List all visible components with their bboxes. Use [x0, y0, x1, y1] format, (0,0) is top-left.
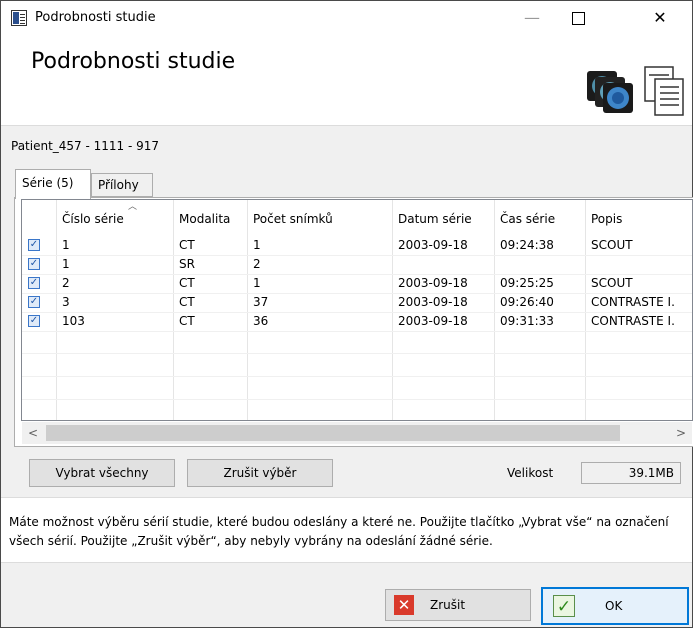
description-cell: SCOUT [591, 276, 633, 290]
row-divider [22, 399, 692, 400]
image-count-cell: 1 [253, 238, 261, 252]
cancel-button-label: Zrušit [430, 598, 466, 612]
row-checkbox[interactable]: ✓ [28, 315, 40, 327]
maximize-icon [571, 12, 585, 25]
deselect-button[interactable]: Zrušit výběr [187, 459, 333, 487]
modality-cell: CT [179, 314, 195, 328]
checkmark-icon: ✓ [553, 595, 575, 617]
row-checkbox[interactable]: ✓ [28, 239, 40, 251]
info-text: Máte možnost výběru sérií studie, které … [9, 515, 669, 548]
tab-attachments[interactable]: Přílohy [91, 173, 153, 197]
series-number-cell: 2 [62, 276, 70, 290]
description-cell: CONTRASTE I. [591, 295, 675, 309]
row-checkbox[interactable]: ✓ [28, 296, 40, 308]
document-icon [644, 66, 684, 116]
row-divider [22, 353, 692, 354]
scan-stack-icon [587, 71, 633, 113]
series-time-cell: 09:24:38 [500, 238, 554, 252]
row-divider [22, 312, 692, 313]
series-number-cell: 103 [62, 314, 85, 328]
page-title: Podrobnosti studie [31, 49, 236, 74]
series-date-cell: 2003-09-18 [398, 314, 468, 328]
column-header-description[interactable]: Popis [585, 200, 692, 236]
column-header-series-time[interactable]: Čas série [494, 200, 585, 236]
size-label: Velikost [507, 466, 554, 480]
row-divider [22, 255, 692, 256]
row-divider [22, 274, 692, 275]
series-number-cell: 1 [62, 238, 70, 252]
series-date-cell: 2003-09-18 [398, 276, 468, 290]
image-count-cell: 36 [253, 314, 269, 328]
series-table[interactable]: Číslo série ︿ Modalita Počet snímků Datu… [21, 199, 693, 421]
patient-info: Patient_457 - 1111 - 917 [11, 139, 160, 153]
row-divider [22, 293, 692, 294]
series-time-cell: 09:31:33 [500, 314, 554, 328]
series-number-cell: 1 [62, 257, 70, 271]
tab-series[interactable]: Série (5) [15, 169, 91, 199]
series-time-cell: 09:25:25 [500, 276, 554, 290]
column-header-modality[interactable]: Modalita [173, 200, 247, 236]
series-date-cell: 2003-09-18 [398, 238, 468, 252]
description-cell: SCOUT [591, 238, 633, 252]
cancel-button[interactable]: ✕ Zrušit [385, 589, 531, 621]
column-header-image-count[interactable]: Počet snímků [247, 200, 392, 236]
image-count-cell: 37 [253, 295, 269, 309]
scrollbar-thumb[interactable] [46, 425, 620, 441]
modality-cell: CT [179, 238, 195, 252]
table-row[interactable]: ✓ 1 SR 2 [22, 255, 692, 274]
horizontal-scrollbar[interactable]: < > [22, 422, 692, 444]
series-date-cell [392, 255, 494, 274]
series-time-cell [494, 255, 585, 274]
series-number-cell: 3 [62, 295, 70, 309]
row-checkbox[interactable]: ✓ [28, 277, 40, 289]
maximize-button[interactable] [555, 1, 601, 35]
column-header-check[interactable] [22, 200, 56, 236]
row-divider [22, 331, 692, 332]
image-count-cell: 2 [253, 257, 261, 271]
study-document-icon [11, 10, 27, 26]
image-count-cell: 1 [253, 276, 261, 290]
row-checkbox[interactable]: ✓ [28, 258, 40, 270]
cancel-x-icon: ✕ [394, 595, 414, 615]
column-header-label: Číslo série [62, 212, 124, 226]
table-row[interactable]: ✓ 1 CT 1 2003-09-18 09:24:38 SCOUT [22, 236, 692, 255]
close-button[interactable]: ✕ [637, 1, 683, 35]
modality-cell: SR [179, 257, 195, 271]
scroll-right-icon[interactable]: > [670, 422, 692, 444]
description-cell: CONTRASTE I. [591, 314, 675, 328]
study-details-window: Podrobnosti studie — ✕ Podrobnosti studi… [0, 0, 693, 628]
modality-cell: CT [179, 276, 195, 290]
minimize-button[interactable]: — [509, 1, 555, 35]
table-row[interactable]: ✓ 103 CT 36 2003-09-18 09:31:33 CONTRAST… [22, 312, 692, 331]
window-title: Podrobnosti studie [35, 10, 156, 25]
title-bar: Podrobnosti studie — ✕ [1, 1, 692, 35]
column-header-series-number[interactable]: Číslo série ︿ [56, 200, 173, 236]
table-row[interactable]: ✓ 3 CT 37 2003-09-18 09:26:40 CONTRASTE … [22, 293, 692, 312]
sort-asc-icon: ︿ [128, 202, 138, 212]
series-time-cell: 09:26:40 [500, 295, 554, 309]
series-date-cell: 2003-09-18 [398, 295, 468, 309]
table-row[interactable]: ✓ 2 CT 1 2003-09-18 09:25:25 SCOUT [22, 274, 692, 293]
select-all-button[interactable]: Vybrat všechny [29, 459, 175, 487]
size-value: 39.1MB [581, 462, 681, 484]
modality-cell: CT [179, 295, 195, 309]
column-header-series-date[interactable]: Datum série [392, 200, 494, 236]
scroll-left-icon[interactable]: < [22, 422, 44, 444]
ok-button-label: OK [605, 599, 623, 613]
row-divider [22, 376, 692, 377]
description-cell [585, 255, 692, 274]
ok-button[interactable]: ✓ OK [541, 587, 689, 625]
